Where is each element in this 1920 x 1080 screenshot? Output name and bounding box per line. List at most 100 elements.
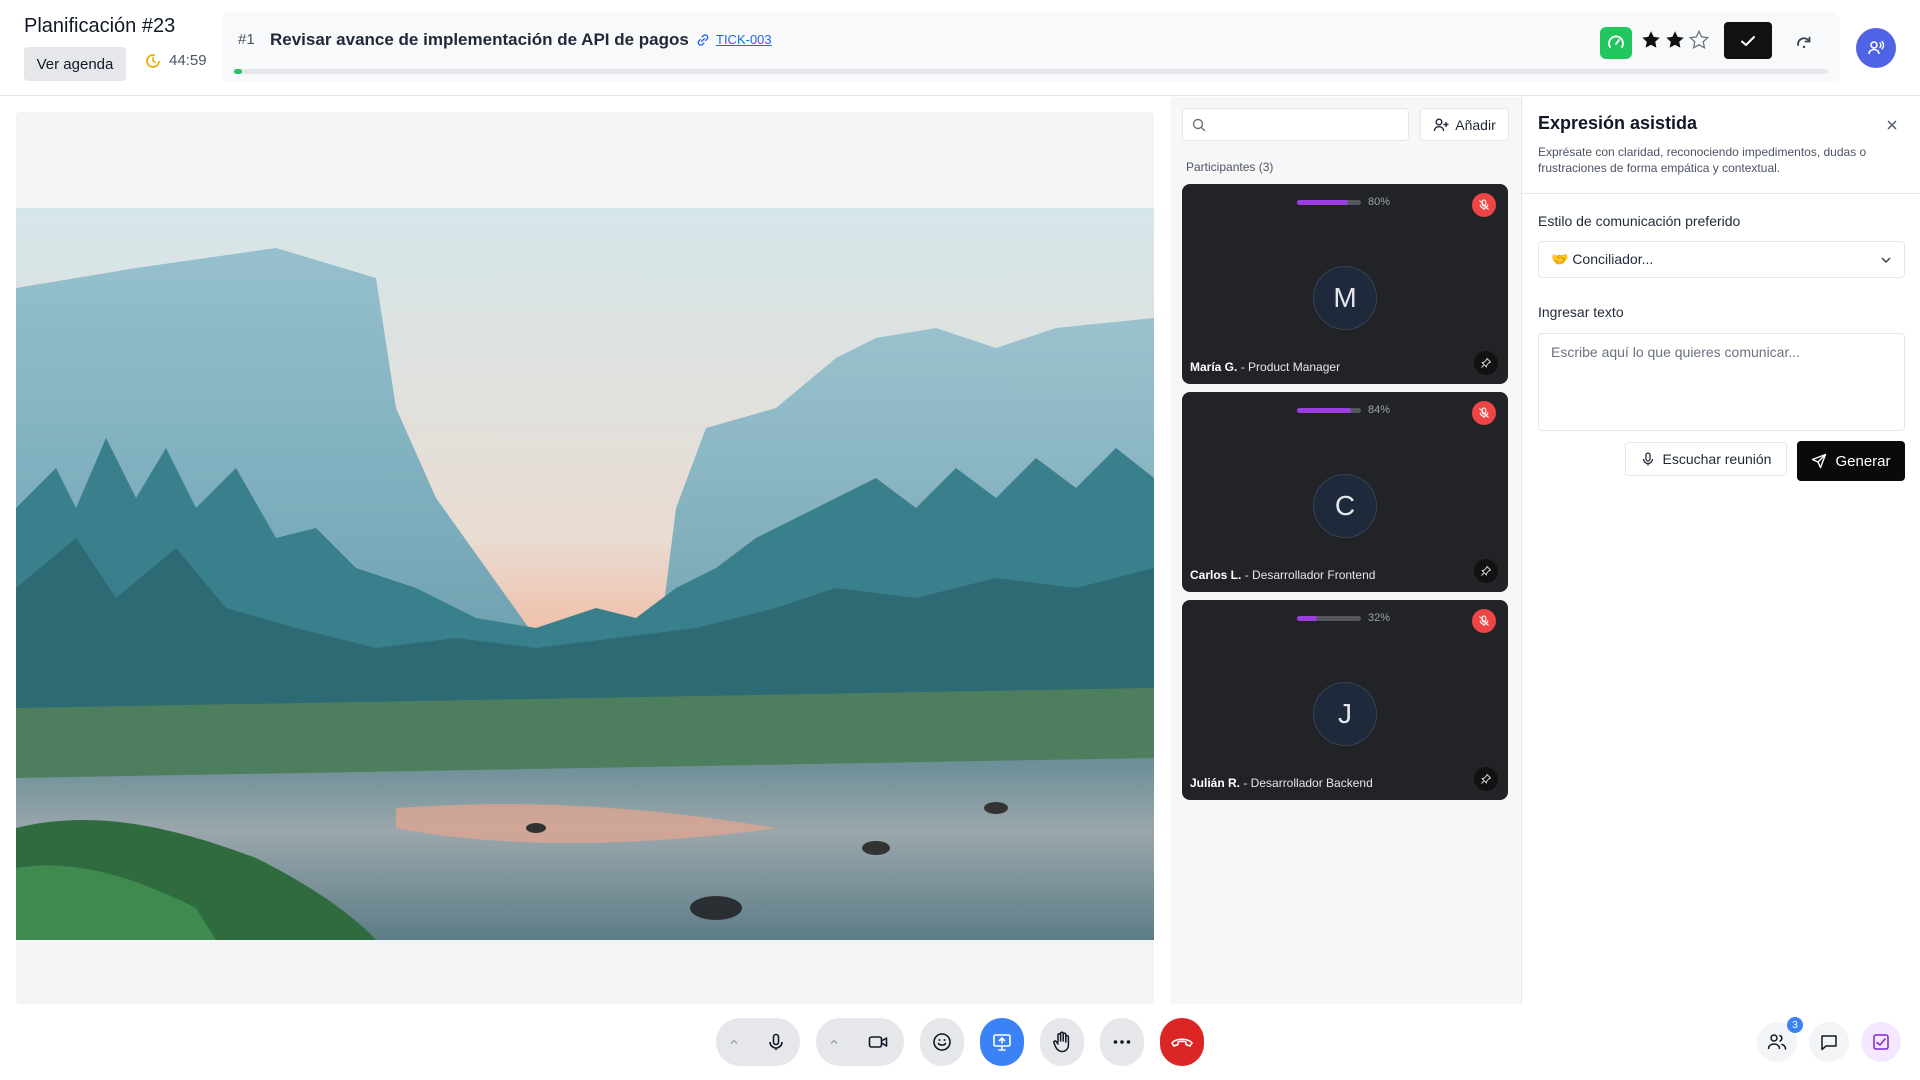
current-task-bar: #1 Revisar avance de implementación de A… xyxy=(222,12,1840,82)
task-progress-bar xyxy=(234,69,1828,74)
search-icon xyxy=(1192,118,1206,132)
hang-up-button[interactable] xyxy=(1160,1018,1204,1066)
chat-icon xyxy=(1821,1035,1837,1051)
call-toolbar: 3 xyxy=(0,1004,1920,1080)
listen-meeting-label[interactable]: Escuchar reunión xyxy=(1663,451,1772,467)
mic-icon xyxy=(1642,452,1653,466)
pin-icon xyxy=(1481,358,1491,368)
style-selected-value: 🤝 Conciliador... xyxy=(1551,251,1654,267)
gauge-button[interactable] xyxy=(1600,27,1632,59)
mic-off-icon xyxy=(1479,199,1489,210)
more-icon xyxy=(1113,1040,1131,1044)
view-agenda-button[interactable]: Ver agenda xyxy=(24,47,126,81)
mic-control-group xyxy=(716,1018,800,1066)
mic-icon xyxy=(769,1033,783,1050)
link-icon xyxy=(697,33,709,46)
task-title: Revisar avance de implementación de API … xyxy=(270,30,689,49)
ticket-id[interactable]: TICK-003 xyxy=(716,32,772,47)
generate-button[interactable]: Generar xyxy=(1797,441,1905,481)
mic-off-icon xyxy=(1479,615,1489,626)
chevron-up-icon xyxy=(830,1039,838,1044)
more-options-button[interactable] xyxy=(1100,1018,1144,1066)
participant-name: Julián R. xyxy=(1190,776,1241,790)
speaking-level-value: 32% xyxy=(1368,612,1391,624)
message-textarea[interactable] xyxy=(1538,333,1905,431)
participant-name-role: Julián R. - Desarrollador Backend xyxy=(1190,776,1373,790)
chevron-up-icon xyxy=(730,1039,738,1044)
participant-name: María G. xyxy=(1190,360,1238,374)
user-plus-icon xyxy=(1434,118,1449,131)
speaking-level-value: 84% xyxy=(1368,404,1391,416)
add-participant-label[interactable]: Añadir xyxy=(1455,117,1495,133)
participant-card[interactable]: 32% J Julián R. - Desarrollador Backend xyxy=(1182,600,1508,800)
pin-participant-button[interactable] xyxy=(1474,559,1498,583)
camera-icon xyxy=(868,1036,888,1048)
panel-title: Expresión asistida xyxy=(1538,113,1698,133)
top-header: Planificación #23 Ver agenda 44:59 #1 Re… xyxy=(0,0,1920,96)
muted-indicator[interactable] xyxy=(1472,401,1496,425)
participant-search-input[interactable] xyxy=(1211,113,1401,137)
pin-icon xyxy=(1481,774,1491,784)
chat-toggle-button[interactable] xyxy=(1809,1022,1849,1062)
screen-share-icon xyxy=(993,1034,1011,1051)
raise-hand-button[interactable] xyxy=(1040,1018,1084,1066)
participants-panel: Añadir Participantes (3) 80% M María G. - … xyxy=(1170,97,1521,1004)
reactions-button[interactable] xyxy=(920,1018,964,1066)
star-icon[interactable] xyxy=(1640,29,1662,51)
notes-toggle-button[interactable] xyxy=(1861,1022,1901,1062)
speaking-level-fill xyxy=(1297,200,1349,205)
skip-icon xyxy=(1797,36,1811,49)
muted-indicator[interactable] xyxy=(1472,609,1496,633)
complete-task-button[interactable] xyxy=(1724,22,1772,59)
speaking-level-value: 80% xyxy=(1368,196,1391,208)
speaking-level-fill xyxy=(1297,616,1318,621)
check-icon xyxy=(1741,35,1755,46)
muted-indicator[interactable] xyxy=(1472,193,1496,217)
screen-share-button[interactable] xyxy=(980,1018,1024,1066)
pin-participant-button[interactable] xyxy=(1474,351,1498,375)
participant-avatar: J xyxy=(1313,682,1377,746)
task-progress-fill xyxy=(234,69,242,74)
send-icon xyxy=(1812,453,1827,469)
close-panel-button[interactable] xyxy=(1884,117,1900,133)
generate-label[interactable]: Generar xyxy=(1835,453,1890,470)
participant-name-role: María G. - Product Manager xyxy=(1190,360,1340,374)
emoji-icon xyxy=(933,1033,951,1051)
participants-heading: Participantes (3) xyxy=(1186,160,1274,174)
speaking-level-bar xyxy=(1297,616,1361,621)
participant-card[interactable]: 80% M María G. - Product Manager xyxy=(1182,184,1508,384)
camera-options-button[interactable] xyxy=(816,1018,852,1066)
meeting-title: Planificación #23 xyxy=(24,15,176,37)
gauge-icon xyxy=(1608,35,1624,48)
participant-role: - Desarrollador Backend xyxy=(1240,776,1373,790)
skip-task-button[interactable] xyxy=(1791,30,1817,56)
mic-off-icon xyxy=(1479,407,1489,418)
main-video-area xyxy=(16,112,1154,1004)
star-icon[interactable] xyxy=(1664,29,1686,51)
mic-toggle-button[interactable] xyxy=(752,1018,800,1066)
add-participant-button[interactable]: Añadir xyxy=(1420,108,1509,141)
camera-toggle-button[interactable] xyxy=(852,1018,904,1066)
listen-meeting-button[interactable]: Escuchar reunión xyxy=(1625,442,1787,476)
mic-options-button[interactable] xyxy=(716,1018,752,1066)
notes-icon xyxy=(1873,1034,1889,1050)
speaking-level-bar xyxy=(1297,200,1361,205)
user-voice-button[interactable] xyxy=(1856,28,1896,68)
ticket-link[interactable]: TICK-003 xyxy=(696,32,772,47)
star-icon[interactable] xyxy=(1688,29,1710,51)
phone-hangup-icon xyxy=(1171,1038,1193,1047)
people-icon xyxy=(1767,1034,1787,1050)
communication-style-select[interactable]: 🤝 Conciliador... xyxy=(1538,241,1905,278)
shared-screen-image xyxy=(16,208,1154,940)
text-label: Ingresar texto xyxy=(1538,304,1624,320)
participant-card[interactable]: 84% C Carlos L. - Desarrollador Frontend xyxy=(1182,392,1508,592)
camera-control-group xyxy=(816,1018,904,1066)
participant-search[interactable] xyxy=(1182,108,1409,141)
participants-count-badge: 3 xyxy=(1787,1017,1803,1033)
participant-role: - Product Manager xyxy=(1237,360,1341,374)
panel-divider xyxy=(1522,193,1920,194)
participant-name-role: Carlos L. - Desarrollador Frontend xyxy=(1190,568,1375,582)
close-icon xyxy=(1887,120,1897,130)
pin-participant-button[interactable] xyxy=(1474,767,1498,791)
panel-description: Exprésate con claridad, reconociendo imp… xyxy=(1538,145,1867,175)
